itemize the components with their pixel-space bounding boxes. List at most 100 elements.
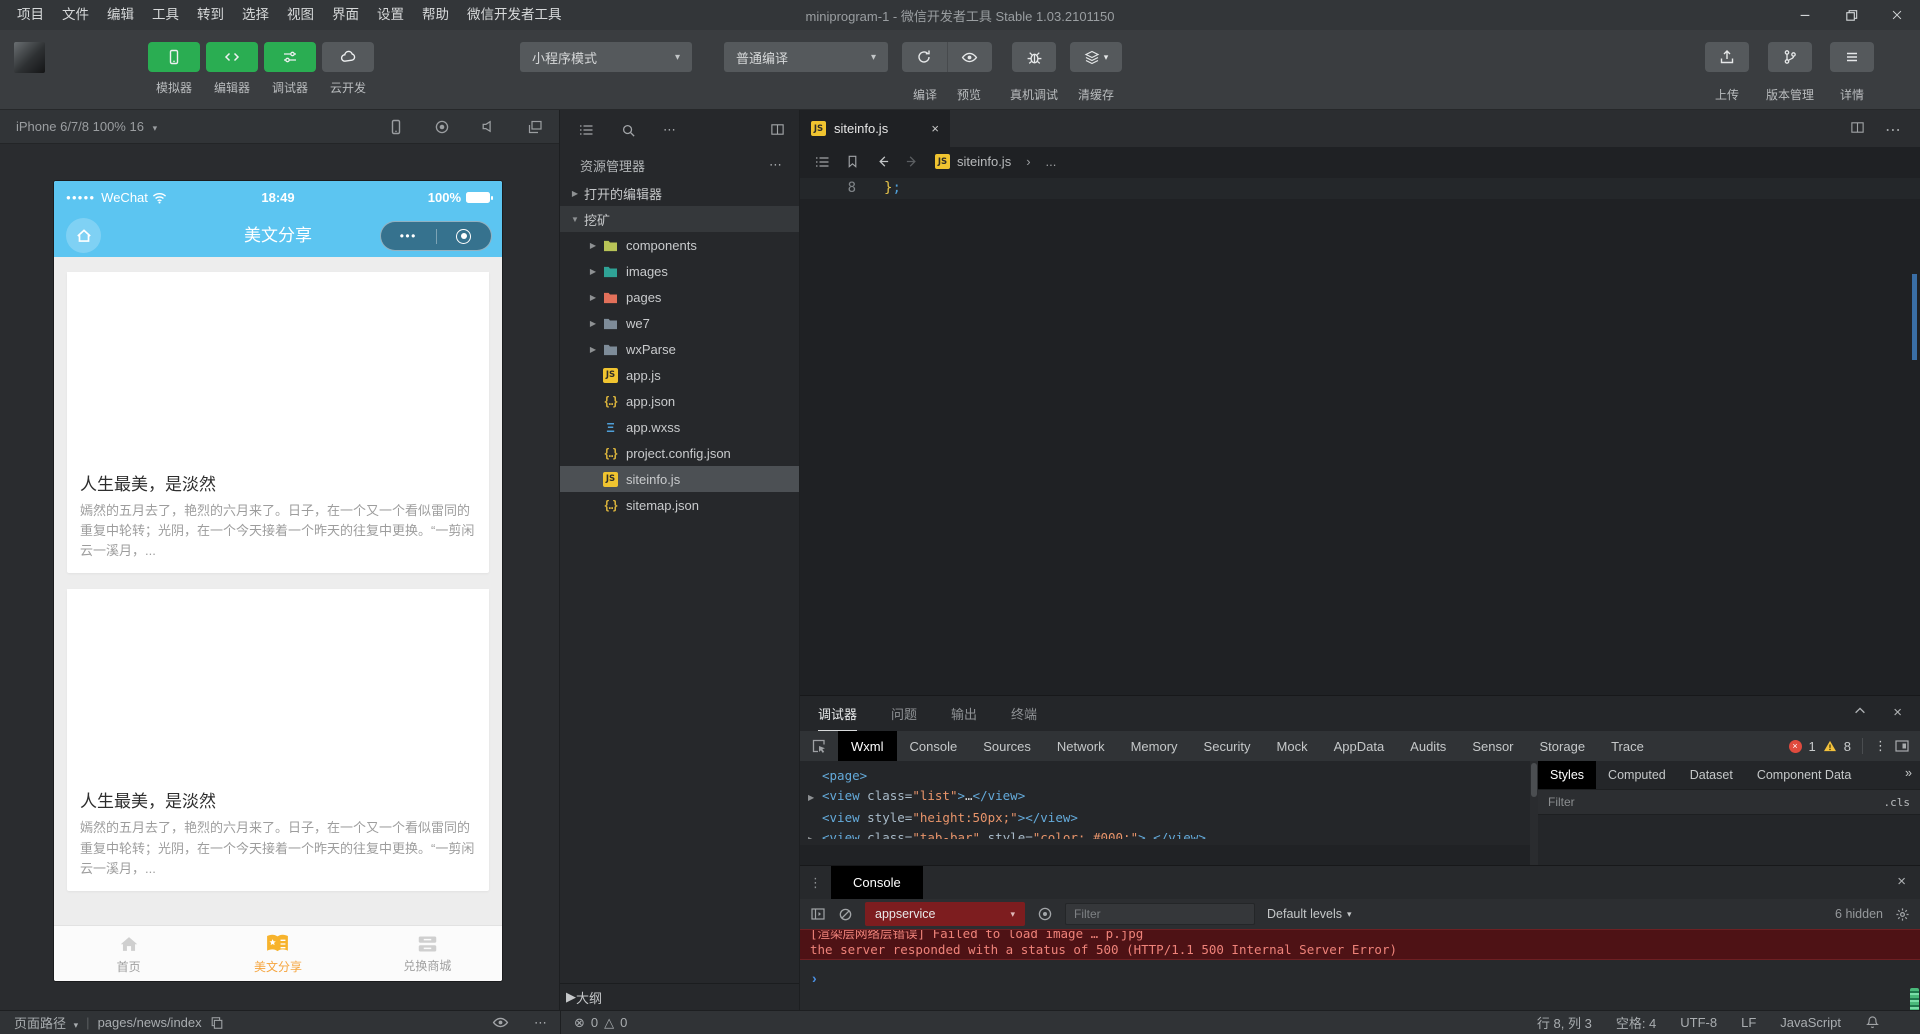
menu-item-edit[interactable]: 编辑 — [98, 0, 143, 30]
sidebar-item-wxparse[interactable]: ▶ wxParse — [560, 336, 799, 362]
more-icon[interactable]: ⋯ — [769, 157, 783, 173]
eye-icon[interactable] — [1037, 906, 1053, 922]
more-icon[interactable]: ⋮ — [1874, 738, 1887, 754]
capsule-close-button[interactable] — [435, 228, 492, 244]
preview-button[interactable] — [946, 42, 993, 72]
details-button[interactable] — [1830, 42, 1874, 72]
eye-icon[interactable] — [492, 1014, 509, 1031]
overflow-tabs-icon[interactable]: » — [1905, 766, 1912, 780]
tab-styles[interactable]: Styles — [1538, 761, 1597, 789]
cursor-position[interactable]: 行 8, 列 3 — [1537, 1013, 1592, 1032]
error-badge-icon[interactable]: × — [1788, 739, 1802, 753]
sidebar-item-app-wxss[interactable]: Ξ app.wxss — [560, 414, 799, 440]
upload-button[interactable] — [1705, 42, 1749, 72]
console-prompt[interactable]: › — [800, 960, 1920, 986]
more-icon[interactable]: ⋯ — [663, 122, 677, 138]
tab-console-panel[interactable]: Console — [831, 866, 923, 899]
debugger-toggle-button[interactable]: 调试器 — [262, 42, 318, 96]
split-editor-icon[interactable] — [770, 122, 785, 137]
menu-item-help[interactable]: 帮助 — [413, 0, 458, 30]
popout-icon[interactable] — [527, 119, 543, 135]
close-console-icon[interactable]: × — [1897, 873, 1906, 890]
inspect-element-icon[interactable] — [800, 731, 838, 761]
capsule-more-button[interactable]: ••• — [381, 230, 436, 242]
menu-item-interface[interactable]: 界面 — [323, 0, 368, 30]
context-select[interactable]: appservice ▾ — [865, 902, 1025, 926]
drag-handle-icon[interactable]: ⋮ — [800, 866, 831, 899]
log-levels-select[interactable]: Default levels ▾ — [1267, 907, 1352, 921]
device-selector[interactable]: iPhone 6/7/8 100% 16 ▾ — [16, 119, 157, 134]
console-filter-input[interactable] — [1066, 904, 1254, 924]
menu-item-wechat-devtools[interactable]: 微信开发者工具 — [458, 0, 571, 30]
clear-cache-button[interactable]: ▾ — [1070, 42, 1122, 72]
tab-sensor[interactable]: Sensor — [1459, 731, 1526, 761]
language-mode[interactable]: JavaScript — [1780, 1015, 1841, 1030]
tab-wxml[interactable]: Wxml — [838, 731, 897, 761]
tab-memory[interactable]: Memory — [1118, 731, 1191, 761]
console-sidebar-icon[interactable] — [810, 906, 826, 922]
tab-appdata[interactable]: AppData — [1321, 731, 1398, 761]
gear-icon[interactable] — [1895, 907, 1910, 922]
editor-toggle-button[interactable]: 编辑器 — [204, 42, 260, 96]
tab-mock[interactable]: Mock — [1264, 731, 1321, 761]
maximize-button[interactable] — [1828, 0, 1874, 30]
tab-computed[interactable]: Computed — [1596, 761, 1678, 789]
console-error-message[interactable]: [渲染层网络层错误] Failed to load image … p.jpg … — [800, 929, 1920, 960]
more-icon[interactable]: ⋯ — [534, 1015, 548, 1031]
list-icon[interactable] — [578, 122, 594, 138]
bell-icon[interactable] — [1865, 1015, 1880, 1030]
user-avatar[interactable] — [14, 42, 45, 73]
sidebar-item-sitemap-json[interactable]: {..} sitemap.json — [560, 492, 799, 518]
split-editor-icon[interactable] — [1850, 120, 1865, 140]
sidebar-item-we7[interactable]: ▶ we7 — [560, 310, 799, 336]
expand-icon[interactable]: ▶ — [808, 830, 822, 839]
remote-debug-button[interactable] — [1012, 42, 1056, 72]
sidebar-item-app-js[interactable]: JS app.js — [560, 362, 799, 388]
compile-button[interactable] — [902, 42, 947, 72]
article-card[interactable]: 人生最美，是淡然 嫣然的五月去了，艳烈的六月来了。日子，在一个又一个看似雷同的重… — [67, 272, 489, 574]
forward-icon[interactable] — [905, 154, 920, 169]
expand-icon[interactable]: ▶ — [808, 788, 822, 808]
tab-articles[interactable]: 美文分享 — [203, 926, 352, 981]
mute-icon[interactable] — [480, 118, 497, 135]
version-control-button[interactable] — [1768, 42, 1812, 72]
search-icon[interactable] — [621, 123, 636, 138]
tab-mall[interactable]: 兑换商城 — [353, 926, 502, 981]
dock-side-icon[interactable] — [1894, 738, 1910, 754]
minimize-button[interactable] — [1782, 0, 1828, 30]
warning-badge-icon[interactable] — [1823, 740, 1837, 752]
simulator-toggle-button[interactable]: 模拟器 — [146, 42, 202, 96]
breadcrumb-file[interactable]: JS siteinfo.js — [935, 154, 1011, 169]
tab-storage[interactable]: Storage — [1527, 731, 1599, 761]
sidebar-item-siteinfo-js[interactable]: JS siteinfo.js — [560, 466, 799, 492]
open-editors-section[interactable]: ▶ 打开的编辑器 — [560, 180, 799, 206]
wxml-line[interactable]: <page> — [808, 766, 1530, 786]
sidebar-item-components[interactable]: ▶ components — [560, 232, 799, 258]
tab-audits[interactable]: Audits — [1397, 731, 1459, 761]
home-button[interactable] — [66, 218, 101, 253]
compile-mode-select[interactable]: 普通编译 ▾ — [724, 42, 888, 72]
close-panel-icon[interactable]: × — [1893, 704, 1902, 721]
wxml-tree[interactable]: <page> ▶ <view class="list">…</view> <vie… — [800, 761, 1530, 839]
cloud-dev-button[interactable]: 云开发 — [320, 42, 376, 96]
menu-item-select[interactable]: 选择 — [233, 0, 278, 30]
tab-sources[interactable]: Sources — [970, 731, 1044, 761]
mode-select[interactable]: 小程序模式 ▾ — [520, 42, 692, 72]
tab-terminal[interactable]: 终端 — [1011, 704, 1037, 723]
rotate-device-icon[interactable] — [388, 119, 404, 135]
wxml-line[interactable]: ▶ <view class="list">…</view> — [808, 786, 1530, 808]
code-editor[interactable]: 8 }; — [800, 176, 1920, 695]
close-tab-icon[interactable]: × — [931, 121, 939, 136]
article-card[interactable]: 人生最美，是淡然 嫣然的五月去了，艳烈的六月来了。日子，在一个又一个看似雷同的重… — [67, 589, 489, 891]
problems-counter[interactable]: ⊗ 0 △ 0 — [574, 1015, 627, 1031]
back-icon[interactable] — [875, 154, 890, 169]
wxml-line[interactable]: ▶<view class="tab-bar" style="color: #00… — [808, 828, 1530, 839]
more-icon[interactable]: ⋯ — [1885, 120, 1902, 140]
wxml-line[interactable]: <view style="height:50px;"></view> — [808, 808, 1530, 828]
bookmark-icon[interactable] — [845, 154, 860, 169]
tab-trace[interactable]: Trace — [1598, 731, 1657, 761]
tab-home[interactable]: 首页 — [54, 926, 203, 981]
project-root-folder[interactable]: ▼ 挖矿 — [560, 206, 799, 232]
sidebar-item-images[interactable]: ▶ images — [560, 258, 799, 284]
copy-icon[interactable] — [210, 1016, 224, 1030]
